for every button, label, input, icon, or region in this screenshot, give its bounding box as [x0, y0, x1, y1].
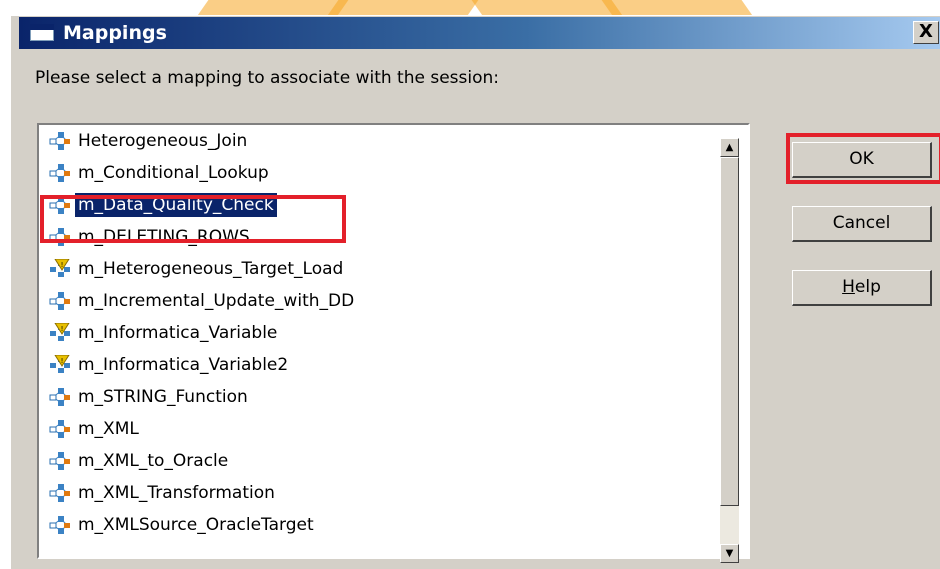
mapping-invalid-icon: ! — [49, 259, 75, 279]
help-button-label: Help — [842, 277, 881, 297]
mapping-item-label: m_Incremental_Update_with_DD — [78, 291, 355, 311]
mappings-dialog: Mappings X Please select a mapping to as… — [10, 15, 940, 569]
mapping-item-label: m_STRING_Function — [78, 387, 248, 407]
mapping-item-label: m_Heterogeneous_Target_Load — [78, 259, 344, 279]
mapping-list-item[interactable]: m_Incremental_Update_with_DD — [49, 287, 357, 315]
mapping-icon — [49, 291, 75, 311]
help-label-rest: elp — [854, 277, 881, 297]
mapping-list-item[interactable]: m_Conditional_Lookup — [49, 159, 272, 187]
mapping-list-item[interactable]: m_XML — [49, 415, 142, 443]
close-icon: X — [919, 21, 933, 42]
mapping-invalid-icon: ! — [49, 355, 75, 375]
mapping-list-item[interactable]: ! m_Informatica_Variable — [49, 319, 280, 347]
mapping-icon — [49, 227, 75, 247]
mapping-icon — [49, 419, 75, 439]
scroll-track[interactable] — [720, 157, 739, 544]
mapping-item-label: m_Conditional_Lookup — [78, 163, 269, 183]
mapping-icon — [49, 483, 75, 503]
help-access-key: H — [842, 277, 855, 297]
arrow-up-icon: ▲ — [725, 142, 734, 153]
mapping-list-item[interactable]: ! m_Heterogeneous_Target_Load — [49, 255, 346, 283]
mapping-icon — [49, 515, 75, 535]
arrow-down-icon: ▼ — [725, 548, 734, 559]
mapping-icon — [49, 195, 75, 215]
svg-text:!: ! — [61, 261, 64, 269]
mapping-icon — [49, 131, 75, 151]
mapping-list-item[interactable]: ! m_Informatica_Variable2 — [49, 351, 291, 379]
window-title: Mappings — [63, 22, 167, 44]
scroll-thumb[interactable] — [720, 157, 739, 506]
svg-text:!: ! — [61, 357, 64, 365]
mapping-list-item[interactable]: m_XML_to_Oracle — [49, 447, 231, 475]
mapping-icon — [49, 451, 75, 471]
help-button[interactable]: Help — [792, 270, 932, 306]
mapping-list-item[interactable]: m_XML_Transformation — [49, 479, 278, 507]
mapping-item-label: m_XML_Transformation — [78, 483, 275, 503]
mapping-invalid-icon: ! — [49, 323, 75, 343]
window-icon — [30, 24, 54, 41]
cancel-button[interactable]: Cancel — [792, 206, 932, 242]
mapping-icon — [49, 163, 75, 183]
mapping-item-label: m_XML — [78, 419, 139, 439]
mapping-item-label: Heterogeneous_Join — [78, 131, 248, 151]
mapping-item-label: m_XML_to_Oracle — [78, 451, 229, 471]
mapping-list-item[interactable]: Heterogeneous_Join — [49, 127, 250, 155]
mapping-item-label: m_Data_Quality_Check — [74, 192, 278, 218]
mapping-list-item[interactable]: m_Data_Quality_Check — [49, 191, 278, 219]
mapping-list-item[interactable]: m_STRING_Function — [49, 383, 251, 411]
title-bar[interactable]: Mappings X — [19, 17, 940, 49]
scroll-down-button[interactable]: ▼ — [720, 544, 739, 563]
mapping-item-label: m_Informatica_Variable — [78, 323, 278, 343]
vertical-scrollbar[interactable]: ▲ ▼ — [720, 138, 739, 563]
ok-button[interactable]: OK — [792, 142, 932, 178]
close-button[interactable]: X — [913, 21, 939, 44]
mapping-item-label: m_Informatica_Variable2 — [78, 355, 289, 375]
mapping-icon — [49, 387, 75, 407]
svg-text:!: ! — [61, 325, 64, 333]
instruction-text: Please select a mapping to associate wit… — [35, 68, 500, 88]
mapping-list-item[interactable]: m_DELETING_ROWS — [49, 223, 253, 251]
mapping-list-item[interactable]: m_XMLSource_OracleTarget — [49, 511, 317, 539]
mapping-item-label: m_XMLSource_OracleTarget — [78, 515, 314, 535]
scroll-up-button[interactable]: ▲ — [720, 138, 739, 157]
mapping-item-label: m_DELETING_ROWS — [78, 227, 250, 247]
mapping-listbox[interactable]: Heterogeneous_Join m_Conditional_Lookup m_… — [37, 123, 750, 559]
